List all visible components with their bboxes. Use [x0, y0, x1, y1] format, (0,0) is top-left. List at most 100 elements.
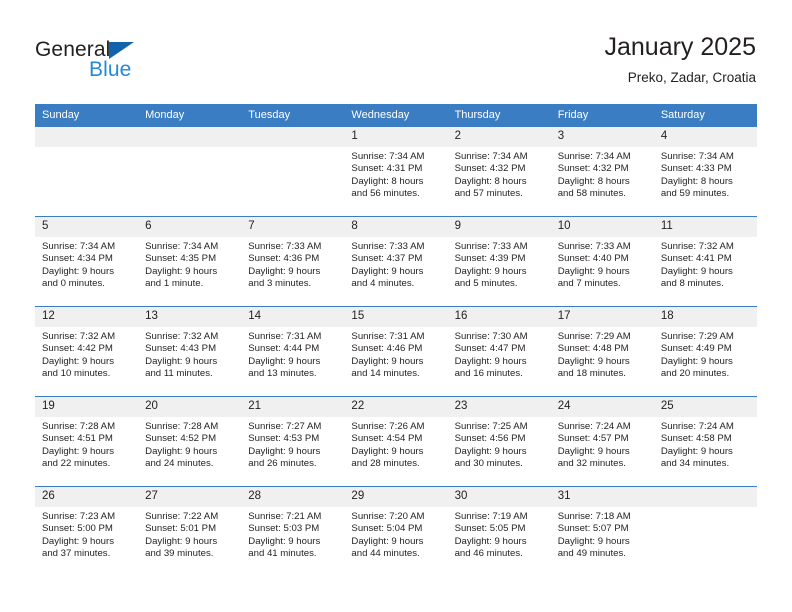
sunset-text: Sunset: 5:00 PM	[42, 523, 113, 535]
day-details: Sunrise: 7:32 AM Sunset: 4:43 PM Daylight:…	[138, 327, 241, 381]
calendar-day-cell[interactable]: 8 Sunrise: 7:33 AM Sunset: 4:37 PM Daylight…	[344, 216, 448, 307]
calendar-day-cell[interactable]: 16 Sunrise: 7:30 AM Sunset: 4:47 PM Dayligh…	[447, 306, 551, 397]
calendar-day-cell[interactable]: 22 Sunrise: 7:26 AM Sunset: 4:54 PM Dayligh…	[344, 396, 448, 487]
sunset-text: Sunset: 4:34 PM	[42, 253, 113, 265]
calendar-day-cell[interactable]: 20 Sunrise: 7:28 AM Sunset: 4:52 PM Dayligh…	[138, 396, 242, 487]
daylight-text-line1: Daylight: 9 hours	[248, 265, 321, 277]
sunrise-text: Sunrise: 7:21 AM	[248, 511, 322, 522]
day-details: Sunrise: 7:31 AM Sunset: 4:46 PM Daylight:…	[344, 327, 447, 381]
daylight-text-line2: and 39 minutes.	[145, 548, 214, 560]
calendar-day-cell[interactable]: 26 Sunrise: 7:23 AM Sunset: 5:00 PM Dayligh…	[35, 486, 139, 576]
weekday-header-thursday: Thursday	[447, 104, 551, 127]
calendar-day-cell[interactable]: 15 Sunrise: 7:31 AM Sunset: 4:46 PM Dayligh…	[344, 306, 448, 397]
sunrise-text: Sunrise: 7:32 AM	[145, 331, 219, 342]
sunset-text: Sunset: 4:57 PM	[557, 433, 629, 445]
daylight-text-line2: and 44 minutes.	[351, 548, 420, 560]
daylight-text-line1: Daylight: 9 hours	[557, 355, 630, 367]
day-details: Sunrise: 7:33 AM Sunset: 4:36 PM Daylight:…	[241, 237, 344, 291]
daylight-text-line1: Daylight: 9 hours	[42, 265, 114, 277]
sunset-text: Sunset: 4:47 PM	[454, 343, 526, 355]
sunset-text: Sunset: 4:49 PM	[660, 343, 732, 355]
day-number: 31	[550, 487, 654, 507]
daylight-text-line1: Daylight: 9 hours	[557, 535, 630, 547]
day-details: Sunrise: 7:28 AM Sunset: 4:51 PM Daylight:…	[35, 417, 138, 471]
calendar-day-cell[interactable]: 2 Sunrise: 7:34 AM Sunset: 4:32 PM Daylight…	[447, 126, 551, 217]
calendar-day-cell[interactable]: 13 Sunrise: 7:32 AM Sunset: 4:43 PM Dayligh…	[138, 306, 242, 397]
sunset-text: Sunset: 4:42 PM	[42, 343, 113, 355]
daylight-text-line2: and 10 minutes.	[42, 368, 111, 380]
day-number: 27	[138, 487, 242, 507]
calendar-day-cell[interactable]: 25 Sunrise: 7:24 AM Sunset: 4:58 PM Dayligh…	[653, 396, 757, 487]
calendar-day-cell[interactable]: 14 Sunrise: 7:31 AM Sunset: 4:44 PM Dayligh…	[241, 306, 345, 397]
calendar-day-cell[interactable]: 28 Sunrise: 7:21 AM Sunset: 5:03 PM Dayligh…	[241, 486, 345, 576]
calendar-day-cell[interactable]: 18 Sunrise: 7:29 AM Sunset: 4:49 PM Dayligh…	[653, 306, 757, 397]
sunset-text: Sunset: 5:05 PM	[454, 523, 526, 535]
calendar-day-cell[interactable]: 12 Sunrise: 7:32 AM Sunset: 4:42 PM Dayligh…	[35, 306, 139, 397]
sunrise-text: Sunrise: 7:34 AM	[145, 241, 219, 252]
daylight-text-line1: Daylight: 9 hours	[248, 355, 321, 367]
daylight-text-line2: and 24 minutes.	[145, 458, 214, 470]
weekday-header-friday: Friday	[550, 104, 654, 127]
day-number: 9	[447, 217, 551, 237]
calendar-day-cell[interactable]: 5 Sunrise: 7:34 AM Sunset: 4:34 PM Daylight…	[35, 216, 139, 307]
calendar-day-cell[interactable]: 11 Sunrise: 7:32 AM Sunset: 4:41 PM Dayligh…	[653, 216, 757, 307]
sunrise-text: Sunrise: 7:34 AM	[454, 151, 528, 162]
calendar-header-row-group: Sunday Monday Tuesday Wednesday Thursday…	[35, 104, 757, 127]
day-number: 30	[447, 487, 551, 507]
day-details: Sunrise: 7:34 AM Sunset: 4:32 PM Daylight:…	[448, 147, 551, 201]
calendar-week-row: 1 Sunrise: 7:34 AM Sunset: 4:31 PM Daylight…	[35, 126, 757, 217]
calendar-day-cell[interactable]: 3 Sunrise: 7:34 AM Sunset: 4:32 PM Daylight…	[550, 126, 654, 217]
day-number	[138, 127, 242, 147]
sunset-text: Sunset: 4:32 PM	[454, 163, 526, 175]
day-number: 10	[550, 217, 654, 237]
day-number: 19	[35, 397, 139, 417]
calendar-day-cell[interactable]: 27 Sunrise: 7:22 AM Sunset: 5:01 PM Dayligh…	[138, 486, 242, 576]
calendar-day-cell[interactable]: 17 Sunrise: 7:29 AM Sunset: 4:48 PM Dayligh…	[550, 306, 654, 397]
calendar-day-cell[interactable]: 10 Sunrise: 7:33 AM Sunset: 4:40 PM Dayligh…	[550, 216, 654, 307]
day-details: Sunrise: 7:33 AM Sunset: 4:37 PM Daylight:…	[344, 237, 447, 291]
daylight-text-line2: and 28 minutes.	[351, 458, 420, 470]
sunrise-text: Sunrise: 7:31 AM	[351, 331, 425, 342]
sunrise-text: Sunrise: 7:22 AM	[145, 511, 219, 522]
sunrise-text: Sunrise: 7:27 AM	[248, 421, 322, 432]
daylight-text-line2: and 22 minutes.	[42, 458, 111, 470]
calendar-day-cell[interactable]: 24 Sunrise: 7:24 AM Sunset: 4:57 PM Dayligh…	[550, 396, 654, 487]
sunset-text: Sunset: 4:54 PM	[351, 433, 423, 445]
sunset-text: Sunset: 4:51 PM	[42, 433, 113, 445]
calendar-day-cell[interactable]: 9 Sunrise: 7:33 AM Sunset: 4:39 PM Daylight…	[447, 216, 551, 307]
calendar-day-cell[interactable]: 30 Sunrise: 7:19 AM Sunset: 5:05 PM Dayligh…	[447, 486, 551, 576]
sunrise-text: Sunrise: 7:33 AM	[248, 241, 322, 252]
day-details: Sunrise: 7:34 AM Sunset: 4:31 PM Daylight:…	[344, 147, 447, 201]
calendar-day-cell[interactable]: 29 Sunrise: 7:20 AM Sunset: 5:04 PM Dayligh…	[344, 486, 448, 576]
calendar-day-cell[interactable]: 4 Sunrise: 7:34 AM Sunset: 4:33 PM Daylight…	[653, 126, 757, 217]
sunset-text: Sunset: 4:43 PM	[145, 343, 217, 355]
calendar-day-cell[interactable]: 1 Sunrise: 7:34 AM Sunset: 4:31 PM Daylight…	[344, 126, 448, 217]
calendar-day-cell[interactable]: 7 Sunrise: 7:33 AM Sunset: 4:36 PM Daylight…	[241, 216, 345, 307]
calendar-day-cell-empty	[138, 126, 242, 217]
daylight-text-line2: and 4 minutes.	[351, 278, 415, 290]
calendar-day-cell[interactable]: 21 Sunrise: 7:27 AM Sunset: 4:53 PM Dayligh…	[241, 396, 345, 487]
calendar-day-cell[interactable]: 6 Sunrise: 7:34 AM Sunset: 4:35 PM Daylight…	[138, 216, 242, 307]
calendar-day-cell[interactable]: 31 Sunrise: 7:18 AM Sunset: 5:07 PM Dayligh…	[550, 486, 654, 576]
sunrise-text: Sunrise: 7:32 AM	[660, 241, 734, 252]
sunset-text: Sunset: 4:52 PM	[145, 433, 217, 445]
general-blue-logo[interactable]: General Blue	[35, 38, 225, 86]
sunset-text: Sunset: 4:44 PM	[248, 343, 320, 355]
sunset-text: Sunset: 4:37 PM	[351, 253, 423, 265]
weekday-header-wednesday: Wednesday	[344, 104, 448, 127]
sunset-text: Sunset: 4:41 PM	[660, 253, 732, 265]
day-number	[35, 127, 139, 147]
daylight-text-line2: and 0 minutes.	[42, 278, 105, 290]
calendar-day-cell[interactable]: 19 Sunrise: 7:28 AM Sunset: 4:51 PM Dayligh…	[35, 396, 139, 487]
sunset-text: Sunset: 4:48 PM	[557, 343, 629, 355]
day-details: Sunrise: 7:24 AM Sunset: 4:57 PM Daylight:…	[551, 417, 654, 471]
sunset-text: Sunset: 5:07 PM	[557, 523, 629, 535]
daylight-text-line2: and 1 minute.	[145, 278, 204, 290]
daylight-text-line2: and 30 minutes.	[454, 458, 523, 470]
sunrise-text: Sunrise: 7:34 AM	[660, 151, 734, 162]
day-details: Sunrise: 7:31 AM Sunset: 4:44 PM Daylight:…	[241, 327, 344, 381]
calendar-day-cell[interactable]: 23 Sunrise: 7:25 AM Sunset: 4:56 PM Dayligh…	[447, 396, 551, 487]
daylight-text-line2: and 37 minutes.	[42, 548, 111, 560]
sunrise-text: Sunrise: 7:34 AM	[42, 241, 116, 252]
day-number: 25	[653, 397, 757, 417]
